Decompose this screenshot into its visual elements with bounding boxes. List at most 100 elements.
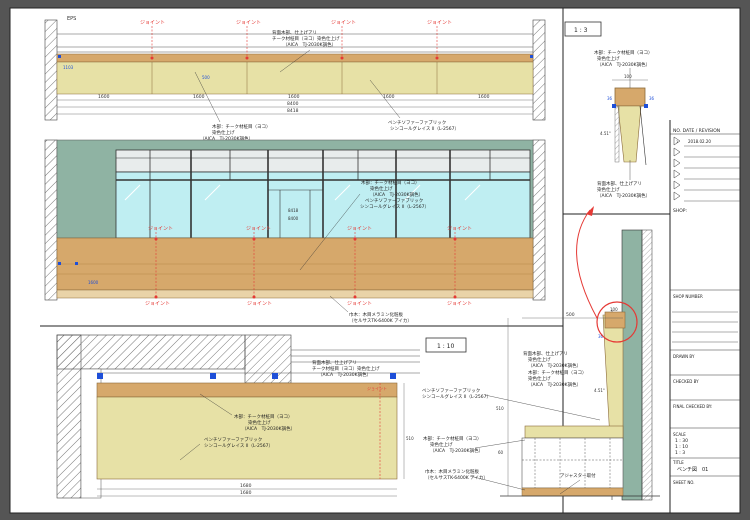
note-back-1: 背面木部、仕上げアリ: [272, 29, 317, 36]
note-back-2: チーク材柾目（ヨコ）染色仕上げ: [272, 35, 340, 42]
note-wood-2: 染色仕上げ: [597, 55, 620, 62]
shop-number-label: SHOP NUMBER: [673, 294, 703, 299]
dim-4-51: 4.51°: [594, 388, 605, 393]
dim-1600: 1600: [88, 280, 99, 285]
dim-1600: 1600: [383, 94, 395, 100]
elev-column-left: [44, 139, 58, 301]
note-back-3: （AICA TJ-2030K調色）: [318, 371, 371, 378]
front-elevation: ジョイント ジョイント ジョイント ジョイント ジョイント ジョイント ジョイン…: [44, 139, 546, 324]
sheet-no-label: SHEET NO.: [673, 480, 695, 485]
drawn-by-label: DRAWN BY: [673, 354, 695, 359]
dim-1600: 1600: [98, 94, 110, 100]
dim-1103: 1103: [63, 65, 74, 70]
dim-36: 36: [607, 96, 613, 101]
joint-label: ジョイント: [145, 301, 170, 307]
dim-1600: 1600: [478, 94, 490, 100]
checked-by-label: CHECKED BY: [673, 379, 699, 384]
note-wood-3: （AICA TJ-2030K調色）: [528, 381, 581, 388]
note-wood-3: （AICA TJ-2030K調色）: [370, 191, 423, 198]
rev-date: 2018.02.20: [688, 139, 711, 144]
joint-label: ジョイント: [331, 20, 356, 26]
scale-value-3: 1 : 3: [675, 450, 685, 456]
note-wood-3: （AICA TJ-2030K調色）: [597, 61, 650, 68]
dim-1680: 1680: [240, 490, 252, 496]
note-fabric-1: ベンチソファーファブリック: [422, 387, 480, 394]
title-label: TITLE: [672, 460, 684, 465]
dim-500: 500: [566, 312, 575, 318]
joint-label: ジョイント: [246, 226, 271, 232]
joint-label: ジョイント: [427, 20, 452, 26]
joint-label: ジョイント: [148, 226, 173, 232]
note-wood-1: 木部：チーク材柾目（ヨコ）: [423, 435, 482, 442]
dim-100: 100: [610, 307, 618, 312]
note-wood-3: （AICA TJ-2030K調色）: [242, 425, 295, 432]
note-back-seat-3: （AICA TJ-2030K調色）: [528, 362, 581, 369]
detail-back-wood: [96, 382, 398, 398]
dim-8418: 8418: [287, 108, 299, 114]
detail-wall-top: [56, 334, 246, 370]
dim-500: 500: [202, 75, 210, 80]
dim-1680: 1680: [240, 483, 252, 489]
plan-column-left: [44, 19, 58, 121]
dim-8400: 8400: [288, 216, 299, 221]
scale-label: SCALE: [673, 432, 686, 437]
shop-label: SHOP:: [673, 208, 687, 214]
note-wood-1: 木部：チーク材柾目（ヨコ）: [234, 413, 293, 420]
dim-8418: 8418: [288, 208, 299, 213]
joint-label: ジョイント: [447, 301, 472, 307]
joint-label: ジョイント: [347, 301, 372, 307]
note-adjuster: アジャスター取付: [560, 472, 596, 479]
note-back-3: （AICA TJ-2030K調色）: [283, 41, 336, 48]
dim-60: 60: [498, 450, 504, 455]
elev-column-right: [532, 139, 546, 301]
note-wood-2: 染色仕上げ: [212, 129, 235, 136]
note-back-seat-2: 染色仕上げ: [597, 186, 620, 193]
rev-row-1: 1: [676, 140, 678, 144]
joint-label: ジョイント: [236, 20, 261, 26]
section-top-cap: [604, 311, 626, 329]
note-fabric-1: ベンチソファーファブリック: [365, 197, 423, 204]
dim-100: 100: [624, 74, 632, 79]
note-wood-2: 染色仕上げ: [370, 185, 393, 192]
dim-1600: 1600: [193, 94, 205, 100]
section-base-frame: [521, 437, 624, 489]
note-base-1: 巾木：木目メラミン化粧板: [349, 311, 403, 318]
note-base-2: （セルサスTK-6400K アイカ）: [349, 318, 412, 324]
scale-value-2: 1 : 10: [675, 444, 688, 450]
note-base-1: 巾木：木目メラミン化粧板: [425, 468, 479, 475]
joint-label: ジョイント: [247, 301, 272, 307]
scale-110-label: 1 : 10: [437, 343, 454, 350]
detail-cap: [614, 87, 646, 107]
eps-label: EPS: [67, 16, 76, 22]
note-wood-2: 染色仕上げ: [248, 419, 271, 426]
joint-label: ジョイント: [447, 226, 472, 232]
section-wall: [621, 229, 643, 501]
joint-label: ジョイント: [140, 20, 165, 26]
section-seat: [524, 425, 624, 439]
note-back-seat-2: 染色仕上げ: [528, 356, 551, 363]
plan-seat-fabric: [56, 61, 534, 95]
note-back-2: チーク材柾目（ヨコ）染色仕上げ: [312, 365, 380, 372]
note-fabric-2: シンコールグレイス II（L-2567）: [422, 393, 491, 400]
joint-label: ジョイント: [347, 226, 372, 232]
note-wood-2: 染色仕上げ: [528, 375, 551, 382]
dim-36: 36: [649, 96, 655, 101]
elev-bench-base: [56, 289, 534, 299]
dim-1600: 1600: [288, 94, 300, 100]
note-back-seat-1: 背面木部、仕上げアリ: [597, 180, 642, 187]
dim-510: 510: [496, 406, 504, 411]
note-fabric-2: シンコールグレイス II（L-2567）: [204, 442, 273, 449]
note-wood-1: 木部：チーク材柾目（ヨコ）: [361, 179, 420, 186]
scale-value-1: 1 : 30: [675, 438, 688, 444]
note-wood-1: 木部：チーク材柾目（ヨコ）: [528, 369, 587, 376]
note-back-seat-1: 背面木部、仕上げアリ: [523, 350, 568, 357]
note-wood-1: 木部：チーク材柾目（ヨコ）: [212, 123, 271, 130]
dim-510: 510: [406, 436, 414, 441]
drawing-sheet: EPS ジョイント ジョイント ジョイント ジョイント 1103 1600 16…: [9, 7, 741, 514]
final-checked-by-label: FINAL CHECKED BY:: [673, 404, 712, 409]
note-fabric-1: ベンチソファーファブリック: [388, 119, 446, 126]
joint-label: ジョイント: [367, 386, 387, 391]
note-wood-2: 染色仕上げ: [430, 441, 453, 448]
scale-13-label: 1 : 3: [574, 27, 588, 34]
dim-4-51: 4.51°: [600, 131, 611, 136]
